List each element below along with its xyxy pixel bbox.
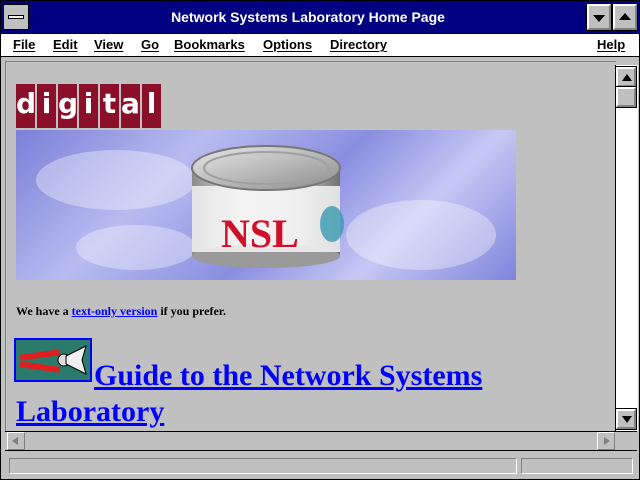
guide-link-line1[interactable]: Guide to the Network Systems	[16, 358, 576, 394]
logo-letter: g	[58, 84, 78, 128]
logo-letter: i	[79, 84, 98, 128]
horizontal-scrollbar[interactable]	[5, 431, 637, 451]
scroll-thumb[interactable]	[615, 86, 637, 108]
menu-directory[interactable]: Directory	[330, 37, 387, 52]
window-title: Network Systems Laboratory Home Page	[171, 9, 445, 25]
menu-help[interactable]: Help	[597, 37, 625, 52]
minimize-button[interactable]	[586, 3, 612, 31]
maximize-button[interactable]	[612, 3, 638, 31]
browser-window: Network Systems Laboratory Home Page Fil…	[0, 0, 640, 480]
menu-bookmarks[interactable]: Bookmarks	[174, 37, 245, 52]
menu-options[interactable]: Options	[263, 37, 312, 52]
menu-go[interactable]: Go	[141, 37, 159, 52]
scroll-up-button[interactable]	[615, 66, 637, 88]
scroll-down-button[interactable]	[615, 408, 637, 430]
arrow-down-icon	[622, 416, 632, 423]
guide-link-line2[interactable]: Laboratory	[16, 394, 576, 430]
logo-letter: d	[16, 84, 36, 128]
text-only-notice: We have a text-only version if you prefe…	[16, 304, 226, 319]
system-menu-button[interactable]	[3, 4, 29, 30]
notice-prefix: We have a	[16, 304, 72, 318]
arrow-left-icon	[12, 437, 18, 445]
guide-link[interactable]: Guide to the Network Systems Laboratory	[16, 358, 576, 430]
menu-file[interactable]: File	[13, 37, 35, 52]
title-bar[interactable]: Network Systems Laboratory Home Page	[1, 1, 639, 34]
text-only-version-link[interactable]: text-only version	[72, 304, 158, 318]
status-bar	[1, 453, 639, 479]
nsl-banner-image: NSL	[16, 130, 516, 280]
scroll-right-button[interactable]	[597, 432, 615, 450]
digital-logo: d i g i t a l	[16, 84, 161, 128]
arrow-up-icon	[622, 74, 632, 81]
system-menu-icon	[8, 15, 24, 19]
scroll-left-button[interactable]	[7, 432, 25, 450]
vertical-scrollbar[interactable]	[615, 65, 638, 431]
logo-letter: a	[121, 84, 140, 128]
notice-suffix: if you prefer.	[157, 304, 226, 318]
logo-letter: t	[100, 84, 119, 128]
menu-edit[interactable]: Edit	[53, 37, 78, 52]
menu-view[interactable]: View	[94, 37, 123, 52]
minimize-icon	[593, 15, 605, 22]
progress-indicator	[521, 458, 633, 474]
menu-bar: File Edit View Go Bookmarks Options Dire…	[1, 34, 639, 57]
logo-letter: l	[142, 84, 161, 128]
status-message	[9, 458, 517, 474]
maximize-icon	[619, 13, 631, 20]
arrow-right-icon	[604, 437, 610, 445]
page-viewport[interactable]: d i g i t a l NSL We have a text-only ve…	[5, 61, 616, 432]
logo-letter: i	[37, 84, 56, 128]
tin-can-icon: NSL	[191, 145, 344, 268]
nsl-can-label: NSL	[221, 211, 299, 256]
